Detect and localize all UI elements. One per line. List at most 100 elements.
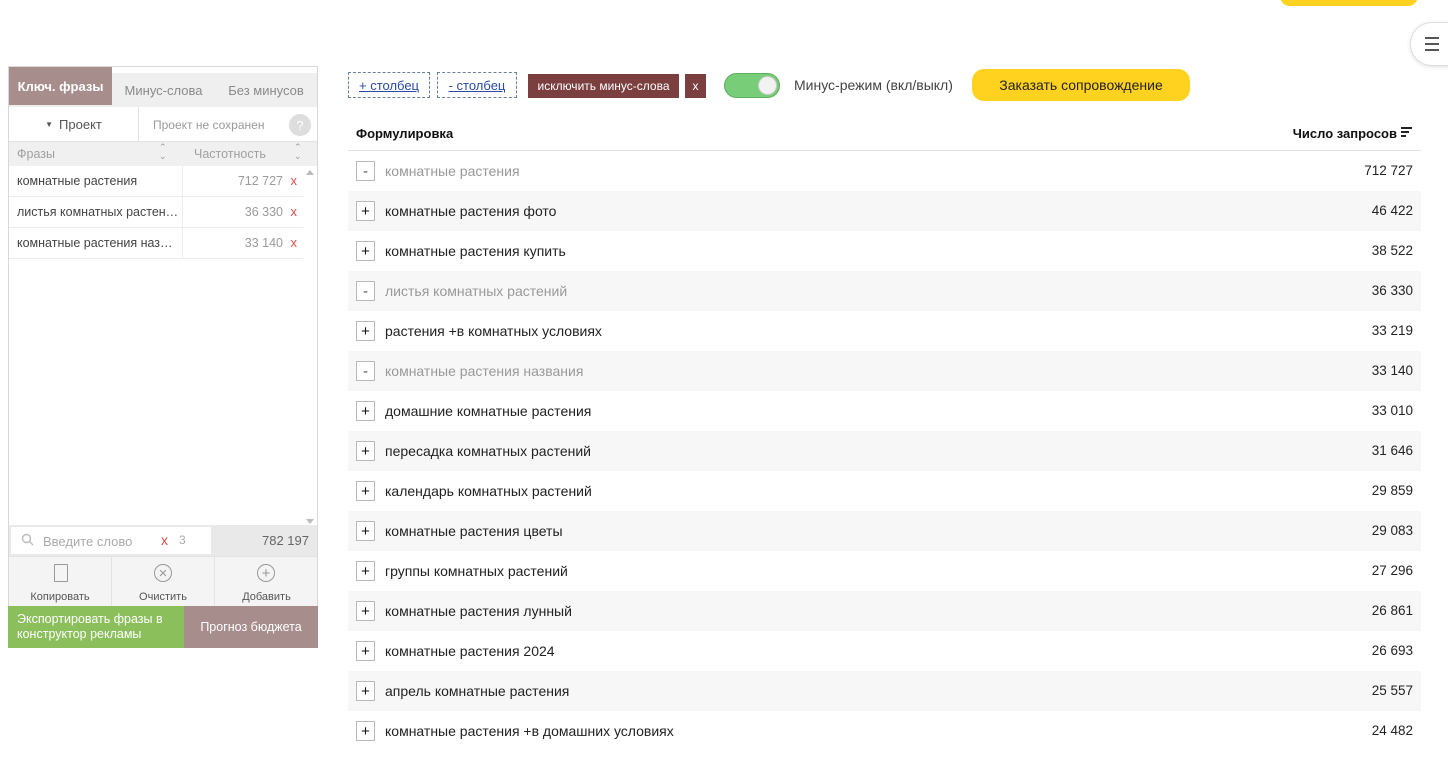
minus-mode-toggle[interactable] — [724, 73, 780, 98]
help-icon[interactable]: ? — [289, 114, 311, 136]
top-yellow-button[interactable] — [1280, 0, 1418, 6]
keyword-phrase[interactable]: апрель комнатные растения — [385, 683, 569, 699]
query-count: 38 522 — [1371, 243, 1413, 258]
exclude-minus-words-button[interactable]: исключить минус-слова — [528, 74, 679, 98]
remove-phrase-button[interactable]: - — [356, 281, 375, 301]
phrase-columns-header: Фразы ⌃ ⌄ Частотность ⌃ ⌄ — [9, 142, 317, 166]
table-row: + комнатные растения фото 46 422 — [348, 191, 1421, 231]
keyword-phrase[interactable]: пересадка комнатных растений — [385, 443, 591, 459]
table-row: + комнатные растения 2024 26 693 — [348, 631, 1421, 671]
phrase-text: комнатные растения названия — [17, 236, 179, 250]
phrase-list-scrollbar[interactable] — [303, 166, 317, 524]
table-row: + апрель комнатные растения 25 557 — [348, 671, 1421, 711]
keyword-phrase[interactable]: комнатные растения — [385, 163, 520, 179]
keyword-phrase[interactable]: комнатные растения +в домашних условиях — [385, 723, 674, 739]
col-count-header[interactable]: Число запросов — [1293, 126, 1397, 141]
query-count: 33 219 — [1371, 323, 1413, 338]
add-label: Добавить — [242, 591, 291, 603]
add-button[interactable]: + Добавить — [215, 557, 318, 607]
phrase-count: 33 140 — [244, 236, 283, 250]
table-row: - листья комнатных растений 36 330 — [348, 271, 1421, 311]
hamburger-menu-button[interactable] — [1410, 22, 1448, 66]
hamburger-icon — [1425, 37, 1439, 39]
keyword-phrase[interactable]: комнатные растения названия — [385, 363, 583, 379]
table-row: + растения +в комнатных условиях 33 219 — [348, 311, 1421, 351]
keyword-table: - комнатные растения 712 727 + комнатные рас… — [348, 151, 1421, 751]
add-phrase-button[interactable]: + — [356, 441, 375, 461]
add-phrase-button[interactable]: + — [356, 481, 375, 501]
add-column-button[interactable]: + столбец — [348, 72, 430, 98]
keyword-phrase[interactable]: комнатные растения 2024 — [385, 643, 555, 659]
table-row: + группы комнатных растений 27 296 — [348, 551, 1421, 591]
remove-phrase-button[interactable]: - — [356, 361, 375, 381]
copy-button[interactable]: Копировать — [9, 557, 112, 607]
order-support-button[interactable]: Заказать сопровождение — [972, 69, 1190, 101]
keyword-phrase[interactable]: комнатные растения фото — [385, 203, 556, 219]
keyword-phrase[interactable]: домашние комнатные растения — [385, 403, 591, 419]
query-count: 33 010 — [1371, 403, 1413, 418]
export-phrases-button[interactable]: Экспортировать фразы в конструктор рекла… — [8, 606, 184, 648]
phrase-text: листья комнатных растений — [17, 205, 179, 219]
keyword-phrase[interactable]: комнатные растения лунный — [385, 603, 572, 619]
scroll-down-icon[interactable] — [306, 519, 314, 524]
keyword-phrase[interactable]: комнатные растения купить — [385, 243, 566, 259]
table-row: + домашние комнатные растения 33 010 — [348, 391, 1421, 431]
table-row: + комнатные растения лунный 26 861 — [348, 591, 1421, 631]
search-count: 3 — [179, 533, 186, 547]
project-status: Проект не сохранен — [153, 117, 265, 132]
keyword-phrase[interactable]: комнатные растения цветы — [385, 523, 563, 539]
phrase-item[interactable]: комнатные растения названия 33 140 x — [9, 228, 303, 259]
add-phrase-button[interactable]: + — [356, 721, 375, 741]
divider — [182, 228, 183, 259]
table-row: - комнатные растения названия 33 140 — [348, 351, 1421, 391]
tab-no-minus[interactable]: Без минусов — [215, 73, 317, 107]
panel-tabs: Ключ. фразы Минус-слова Без минусов — [9, 67, 317, 107]
total-frequency: 782 197 — [262, 533, 309, 548]
col-phrases-header[interactable]: Фразы — [17, 147, 55, 161]
sort-arrows-icon[interactable]: ⌃ ⌄ — [159, 143, 167, 161]
tab-minus-words[interactable]: Минус-слова — [112, 73, 215, 107]
add-phrase-button[interactable]: + — [356, 201, 375, 221]
add-phrase-button[interactable]: + — [356, 601, 375, 621]
remove-phrase-button[interactable]: x — [291, 173, 298, 188]
add-phrase-button[interactable]: + — [356, 561, 375, 581]
clear-button[interactable]: × Очистить — [112, 557, 215, 607]
clear-search-button[interactable]: x — [161, 532, 168, 548]
word-search-input[interactable]: Введите слово x 3 — [11, 527, 211, 554]
add-phrase-button[interactable]: + — [356, 681, 375, 701]
table-row: + комнатные растения +в домашних условиях… — [348, 711, 1421, 751]
phrase-item[interactable]: листья комнатных растений 36 330 x — [9, 197, 303, 228]
hamburger-icon-line — [1425, 49, 1439, 51]
add-phrase-button[interactable]: + — [356, 641, 375, 661]
tab-key-phrases[interactable]: Ключ. фразы — [9, 67, 112, 105]
remove-phrase-button[interactable]: x — [291, 235, 298, 250]
add-phrase-button[interactable]: + — [356, 321, 375, 341]
remove-column-button[interactable]: - столбец — [437, 72, 517, 98]
search-placeholder: Введите слово — [43, 534, 133, 549]
budget-forecast-button[interactable]: Прогноз бюджета — [184, 606, 318, 648]
phrase-item[interactable]: комнатные растения 712 727 x — [9, 166, 303, 197]
copy-label: Копировать — [30, 591, 90, 603]
keyword-phrase[interactable]: растения +в комнатных условиях — [385, 323, 602, 339]
project-row: ▼ Проект Проект не сохранен ? — [9, 107, 317, 142]
sort-arrows-icon[interactable]: ⌃ ⌄ — [294, 143, 302, 161]
toggle-knob — [758, 76, 777, 95]
project-button[interactable]: ▼ Проект — [9, 107, 139, 142]
add-phrase-button[interactable]: + — [356, 521, 375, 541]
scroll-up-icon[interactable] — [306, 170, 314, 175]
keyword-phrase[interactable]: группы комнатных растений — [385, 563, 568, 579]
add-phrase-button[interactable]: + — [356, 401, 375, 421]
divider — [182, 166, 183, 197]
keyword-phrase[interactable]: листья комнатных растений — [385, 283, 567, 299]
query-count: 25 557 — [1371, 683, 1413, 698]
exclude-close-button[interactable]: x — [685, 74, 706, 98]
remove-phrase-button[interactable]: x — [291, 204, 298, 219]
sort-icon[interactable] — [1401, 127, 1412, 139]
add-phrase-button[interactable]: + — [356, 241, 375, 261]
col-frequency-header[interactable]: Частотность — [194, 147, 266, 161]
document-icon — [54, 564, 68, 582]
query-count: 31 646 — [1371, 443, 1413, 458]
keyword-phrase[interactable]: календарь комнатных растений — [385, 483, 592, 499]
phrase-count: 36 330 — [244, 205, 283, 219]
remove-phrase-button[interactable]: - — [356, 161, 375, 181]
